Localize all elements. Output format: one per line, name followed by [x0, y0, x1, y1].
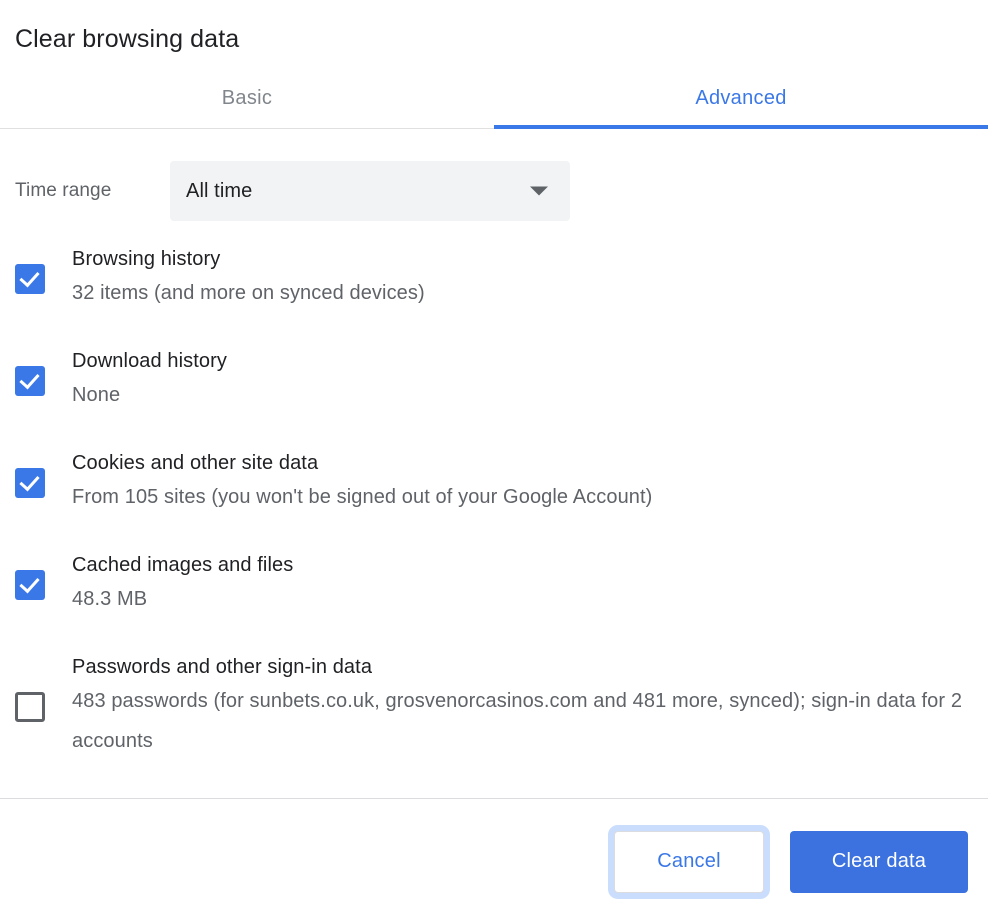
item-sublabel: 32 items (and more on synced devices) — [72, 282, 425, 304]
item-texts: Cached images and files 48.3 MB — [72, 551, 293, 619]
tab-advanced[interactable]: Advanced — [494, 86, 988, 114]
item-sublabel: From 105 sites (you won't be signed out … — [72, 486, 653, 508]
checkbox-passwords-and-signin-data[interactable] — [15, 692, 45, 722]
checkbox-cookies-and-site-data[interactable] — [15, 468, 45, 498]
list-item-browsing-history[interactable]: Browsing history 32 items (and more on s… — [0, 245, 988, 313]
item-sublabel: 483 passwords (for sunbets.co.uk, grosve… — [72, 690, 963, 752]
time-range-label: Time range — [15, 180, 112, 201]
list-item-cached-images-and-files[interactable]: Cached images and files 48.3 MB — [0, 551, 988, 619]
chevron-down-icon — [530, 186, 548, 196]
tab-strip: Basic Advanced — [0, 70, 988, 129]
time-range-row: Time range All time — [0, 129, 988, 221]
item-label: Passwords and other sign-in data — [72, 656, 373, 678]
item-texts: Browsing history 32 items (and more on s… — [72, 245, 425, 313]
item-sublabel: None — [72, 384, 121, 406]
time-range-select[interactable]: All time — [170, 161, 570, 221]
data-type-list: Browsing history 32 items (and more on s… — [0, 221, 988, 761]
list-item-download-history[interactable]: Download history None — [0, 347, 988, 415]
item-label: Cached images and files — [72, 554, 294, 576]
checkbox-download-history[interactable] — [15, 366, 45, 396]
time-range-selected-value: All time — [186, 179, 253, 202]
clear-browsing-data-dialog: Clear browsing data Basic Advanced Time … — [0, 0, 988, 924]
page-title: Clear browsing data — [15, 25, 240, 53]
item-label: Browsing history — [72, 248, 221, 270]
item-texts: Passwords and other sign-in data 483 pas… — [72, 653, 964, 761]
tab-basic[interactable]: Basic — [0, 86, 494, 114]
checkbox-browsing-history[interactable] — [15, 264, 45, 294]
active-tab-indicator — [494, 125, 988, 129]
item-texts: Cookies and other site data From 105 sit… — [72, 449, 652, 517]
list-item-cookies-and-site-data[interactable]: Cookies and other site data From 105 sit… — [0, 449, 988, 517]
dialog-footer: Cancel Clear data — [0, 798, 988, 924]
list-item-passwords-and-signin-data[interactable]: Passwords and other sign-in data 483 pas… — [0, 653, 988, 761]
item-sublabel: 48.3 MB — [72, 588, 148, 610]
cancel-button[interactable]: Cancel — [614, 830, 764, 893]
clear-data-button[interactable]: Clear data — [790, 830, 968, 893]
item-texts: Download history None — [72, 347, 227, 415]
checkbox-cached-images-and-files[interactable] — [15, 570, 45, 600]
item-label: Cookies and other site data — [72, 452, 319, 474]
item-label: Download history — [72, 350, 228, 372]
